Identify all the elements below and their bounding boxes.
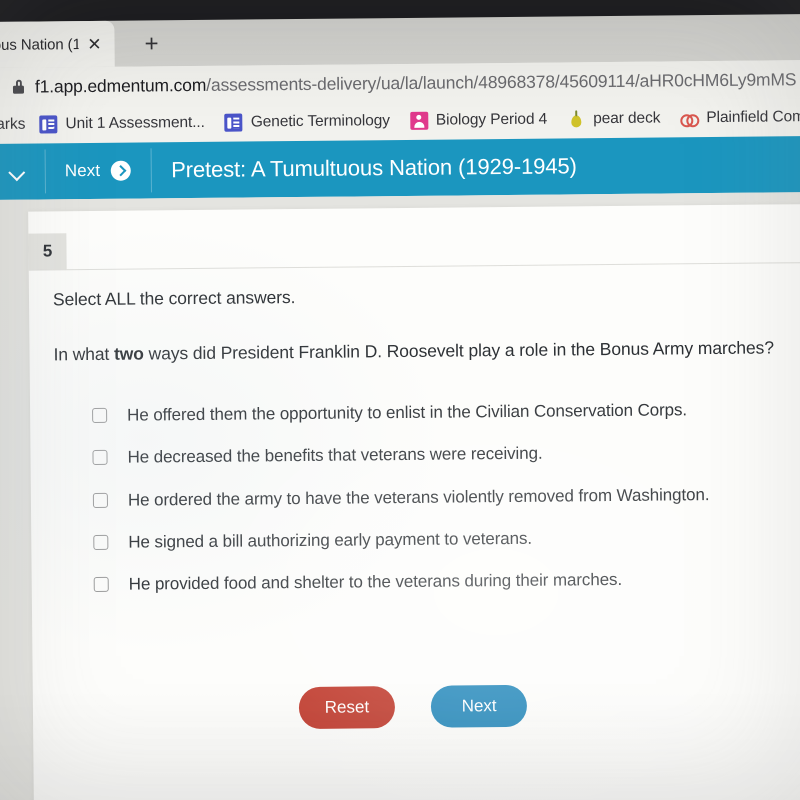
browser-window: tuous Nation (1 ✕ + f1.app.edmentum.com/… [0,0,800,800]
page-title: Pretest: A Tumultuous Nation (1929-1945) [170,153,577,183]
pear-icon [567,110,585,128]
close-icon[interactable]: ✕ [84,33,104,54]
app-header-title-segment: Pretest: A Tumultuous Nation (1929-1945) [151,138,597,198]
answer-option-label: He ordered the army to have the veterans… [127,484,710,510]
question-instruction: Select ALL the correct answers. [52,287,296,310]
action-buttons: Reset Next [81,682,781,731]
bookmark-label: pear deck [593,109,661,128]
checkbox-icon[interactable] [92,407,108,423]
url-host: f1.app.edmentum.com [34,74,207,97]
prompt-emphasis: two [113,343,144,364]
checkbox-icon[interactable] [92,450,108,466]
question-number-tab: 5 [28,233,67,270]
url-text: f1.app.edmentum.com/assessments-delivery… [35,69,797,97]
prompt-part-after: ways did President Franklin D. Roosevelt… [143,337,774,364]
answer-option[interactable]: He signed a bill authorizing early payme… [93,525,800,553]
bookmark-label: Plainfield Comm [706,108,800,127]
header-next-label: Next [64,160,101,181]
bookmark-plainfield-comm[interactable]: Plainfield Comm [680,108,800,127]
bookmark-label: Genetic Terminology [250,112,390,131]
arrow-right-circle-icon[interactable] [111,160,132,181]
question-body: Select ALL the correct answers. In what … [52,282,800,730]
card-divider [28,261,800,271]
bookmark-label: Unit 1 Assessment... [65,113,205,133]
checkbox-icon[interactable] [93,576,109,592]
url-path: /assessments-delivery/ua/la/launch/48968… [206,68,797,95]
plus-icon[interactable]: + [138,30,164,58]
answer-option[interactable]: He offered them the opportunity to enlis… [92,398,800,426]
bookmark-unit-1-assessment[interactable]: Unit 1 Assessment... [39,113,205,134]
list-icon [224,113,243,132]
bookmark-biology-period-4[interactable]: Biology Period 4 [409,110,548,130]
person-icon [409,111,428,130]
question-card: 5 Select ALL the correct answers. In wha… [28,203,800,800]
checkbox-icon[interactable] [93,534,109,550]
prompt-part-before: In what [53,343,115,365]
answer-option-label: He signed a bill authorizing early payme… [128,528,533,552]
answer-options: He offered them the opportunity to enlis… [54,398,800,595]
answer-option[interactable]: He provided food and shelter to the vete… [93,567,800,595]
answer-option-label: He offered them the opportunity to enlis… [127,400,688,425]
checkbox-icon[interactable] [92,492,108,508]
bookmark-genetic-terminology[interactable]: Genetic Terminology [224,112,390,132]
tab-title: tuous Nation (1 [0,35,79,54]
list-icon [39,115,58,134]
reset-button[interactable]: Reset [298,686,396,730]
app-header: Next Pretest: A Tumultuous Nation (1929-… [0,136,800,200]
question-prompt: In what two ways did President Franklin … [53,337,800,365]
browser-tab-active[interactable]: tuous Nation (1 ✕ [0,20,115,69]
app-header-next-segment[interactable]: Next [45,142,152,199]
lock-icon [12,79,25,94]
app-header-menu-segment[interactable] [0,143,45,200]
bookmark-pear-deck[interactable]: pear deck [567,110,660,129]
linked-rings-icon [680,109,698,127]
tab-bar [0,14,800,68]
answer-option[interactable]: He ordered the army to have the veterans… [92,483,800,511]
chevron-down-icon[interactable] [10,164,25,179]
bookmarks-label-cut: marks [0,115,26,134]
answer-option-label: He provided food and shelter to the vete… [128,569,623,594]
bookmark-label: Biology Period 4 [435,110,548,129]
next-button[interactable]: Next [430,684,528,728]
question-number: 5 [42,241,53,261]
screen-photo: tuous Nation (1 ✕ + f1.app.edmentum.com/… [0,0,800,800]
answer-option[interactable]: He decreased the benefits that veterans … [92,440,800,468]
answer-option-label: He decreased the benefits that veterans … [127,443,543,467]
